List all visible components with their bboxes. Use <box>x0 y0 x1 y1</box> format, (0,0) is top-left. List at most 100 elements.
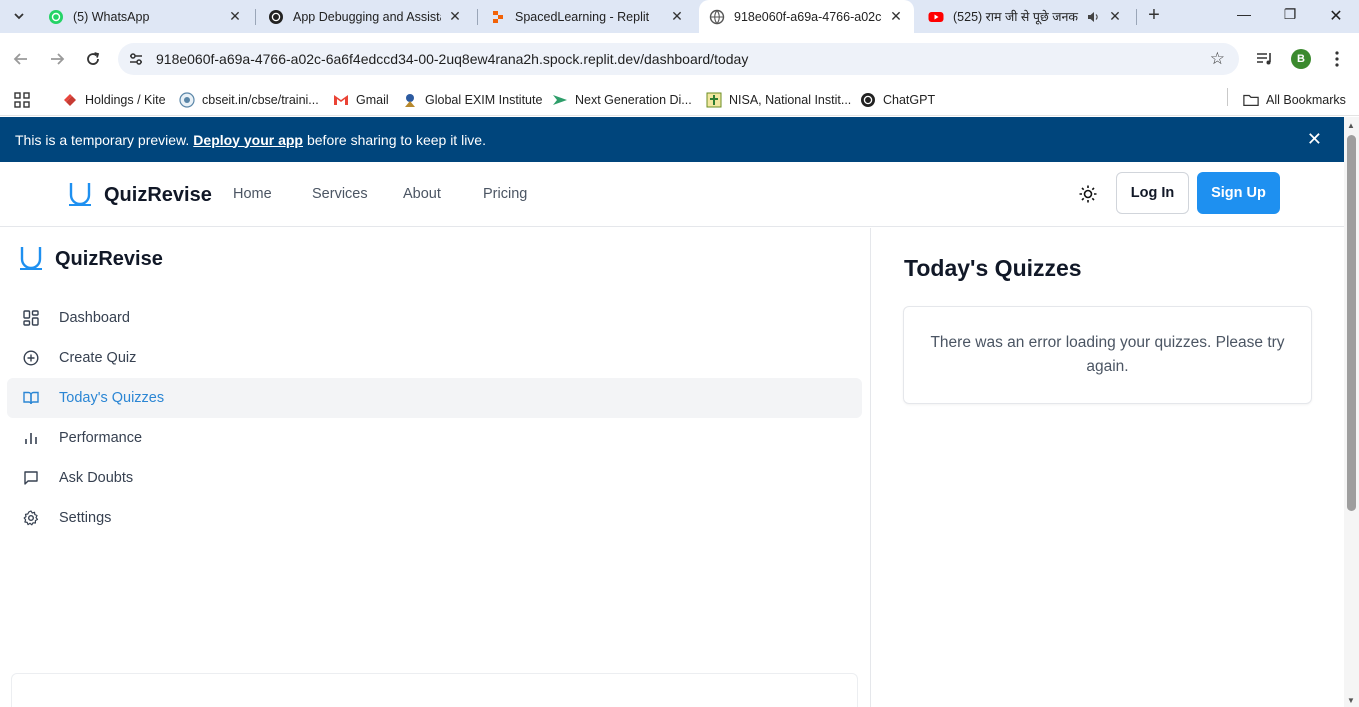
scroll-up-icon[interactable]: ▲ <box>1347 121 1355 130</box>
sidebar-item-label: Performance <box>59 430 143 446</box>
error-message: There was an error loading your quizzes.… <box>930 334 1285 375</box>
close-window-icon[interactable]: ✕ <box>1326 6 1346 26</box>
browser-tab-strip: (5) WhatsApp ✕ App Debugging and Assista… <box>0 0 1359 33</box>
apps-grid-icon[interactable] <box>14 88 30 112</box>
more-menu-icon[interactable] <box>1326 48 1348 70</box>
url-text[interactable]: 918e060f-a69a-4766-a02c-6a6f4edccd34-00-… <box>156 51 748 67</box>
cbse-icon <box>179 92 195 108</box>
bookmark-chatgpt[interactable]: ChatGPT <box>860 88 935 112</box>
arrow-icon <box>552 92 568 108</box>
all-bookmarks-button[interactable]: All Bookmarks <box>1243 88 1346 112</box>
bookmark-cbseit[interactable]: cbseit.in/cbse/traini... <box>179 88 319 112</box>
book-open-icon <box>22 389 40 407</box>
preview-banner: This is a temporary preview. Deploy your… <box>0 117 1344 162</box>
chatgpt-icon <box>860 92 876 108</box>
tab-title: (5) WhatsApp <box>73 9 150 24</box>
bookmark-label: Next Generation Di... <box>575 93 692 107</box>
tab-app-debugging[interactable]: App Debugging and Assista ✕ <box>258 0 473 33</box>
sidebar-item-ask-doubts[interactable]: Ask Doubts <box>7 458 862 498</box>
bookmark-gmail[interactable]: Gmail <box>333 88 389 112</box>
nav-pricing[interactable]: Pricing <box>483 186 527 202</box>
reload-icon[interactable] <box>81 47 105 71</box>
kite-icon <box>62 92 78 108</box>
sidebar-brand-name: QuizRevise <box>55 248 163 270</box>
back-icon[interactable] <box>9 47 33 71</box>
restore-icon[interactable]: ❐ <box>1280 6 1300 26</box>
plus-circle-icon <box>22 349 40 367</box>
banner-text-suffix: before sharing to keep it live. <box>306 131 486 148</box>
nav-about[interactable]: About <box>403 186 441 202</box>
address-bar[interactable]: 918e060f-a69a-4766-a02c-6a6f4edccd34-00-… <box>118 43 1239 75</box>
bookmark-label: NISA, National Instit... <box>729 93 852 107</box>
nav-home[interactable]: Home <box>233 186 272 202</box>
tab-search-chevron-icon[interactable] <box>8 5 30 27</box>
forward-icon[interactable] <box>45 47 69 71</box>
login-button[interactable]: Log In <box>1116 172 1189 214</box>
close-tab-icon[interactable]: ✕ <box>888 8 904 25</box>
sidebar-item-label: Today's Quizzes <box>59 390 165 406</box>
page-title: Today's Quizzes <box>904 255 1082 281</box>
close-tab-icon[interactable]: ✕ <box>447 8 463 25</box>
bookmark-global-exim[interactable]: Global EXIM Institute <box>402 88 542 112</box>
sidebar-item-settings[interactable]: Settings <box>7 498 862 538</box>
site-info-icon[interactable] <box>128 51 144 67</box>
page-scrollbar[interactable]: ▲ ▼ <box>1344 117 1359 707</box>
bookmark-label: All Bookmarks <box>1266 93 1346 107</box>
sidebar-item-create-quiz[interactable]: Create Quiz <box>7 338 862 378</box>
bookmark-nisa[interactable]: NISA, National Instit... <box>706 88 851 112</box>
bookmark-holdings-kite[interactable]: Holdings / Kite <box>62 88 166 112</box>
sun-theme-toggle-icon[interactable] <box>1078 184 1098 204</box>
close-banner-icon[interactable]: ✕ <box>1307 129 1322 150</box>
tab-divider <box>255 9 256 25</box>
scrollbar-thumb[interactable] <box>1347 135 1356 511</box>
tab-title: SpacedLearning - Replit <box>515 9 650 24</box>
profile-avatar[interactable]: B <box>1291 49 1311 69</box>
quizrevise-logo-icon[interactable] <box>19 246 43 270</box>
nav-services[interactable]: Services <box>312 186 368 202</box>
exim-icon <box>402 92 418 108</box>
tab-whatsapp[interactable]: (5) WhatsApp ✕ <box>38 0 253 33</box>
tab-current-preview[interactable]: 918e060f-a69a-4766-a02c-6 ✕ <box>699 0 914 33</box>
brand-name[interactable]: QuizRevise <box>104 184 212 207</box>
browser-toolbar: 918e060f-a69a-4766-a02c-6a6f4edccd34-00-… <box>0 33 1359 84</box>
tab-divider <box>1136 9 1137 25</box>
gmail-icon <box>333 92 349 108</box>
sidebar-item-todays-quizzes[interactable]: Today's Quizzes <box>7 378 862 418</box>
sidebar-item-label: Dashboard <box>59 310 130 326</box>
bookmark-next-generation[interactable]: Next Generation Di... <box>552 88 692 112</box>
bookmark-label: ChatGPT <box>883 93 936 107</box>
tab-title: (525) राम जी से पूछे जनक <box>953 10 1079 24</box>
close-tab-icon[interactable]: ✕ <box>1107 8 1123 25</box>
youtube-icon <box>928 9 944 25</box>
bookmark-label: cbseit.in/cbse/traini... <box>202 93 319 107</box>
quizrevise-logo-icon[interactable] <box>68 182 92 206</box>
sidebar-item-performance[interactable]: Performance <box>7 418 862 458</box>
signup-button[interactable]: Sign Up <box>1197 172 1280 214</box>
new-tab-button[interactable]: + <box>1144 5 1164 26</box>
bookmark-star-icon[interactable]: ☆ <box>1210 49 1225 69</box>
deploy-app-link[interactable]: Deploy your app <box>193 132 303 148</box>
replit-icon <box>490 9 506 25</box>
tab-youtube[interactable]: (525) राम जी से पूछे जनक ✕ <box>918 0 1133 33</box>
media-controls-icon[interactable] <box>1254 48 1276 70</box>
close-tab-icon[interactable]: ✕ <box>227 8 243 25</box>
speaker-icon[interactable] <box>1085 9 1101 25</box>
folder-icon <box>1243 92 1259 108</box>
dashboard-icon <box>22 309 40 327</box>
minimize-icon[interactable]: — <box>1234 6 1254 26</box>
gear-icon <box>22 509 40 527</box>
site-header: QuizRevise Home Services About Pricing L… <box>0 162 1344 227</box>
sidebar-item-label: Ask Doubts <box>59 470 134 486</box>
whatsapp-icon <box>48 9 64 25</box>
globe-icon <box>709 9 725 25</box>
bookmarks-divider <box>1227 88 1228 106</box>
close-tab-icon[interactable]: ✕ <box>669 8 685 25</box>
sidebar-item-dashboard[interactable]: Dashboard <box>7 298 862 338</box>
tab-title: 918e060f-a69a-4766-a02c-6 <box>734 9 882 24</box>
sidebar-item-label: Create Quiz <box>59 350 137 366</box>
scroll-down-icon[interactable]: ▼ <box>1347 696 1355 705</box>
message-square-icon <box>22 469 40 487</box>
banner-text: This is a temporary preview. <box>15 131 190 148</box>
chatgpt-icon <box>268 9 284 25</box>
tab-spacedlearning-replit[interactable]: SpacedLearning - Replit ✕ <box>480 0 695 33</box>
